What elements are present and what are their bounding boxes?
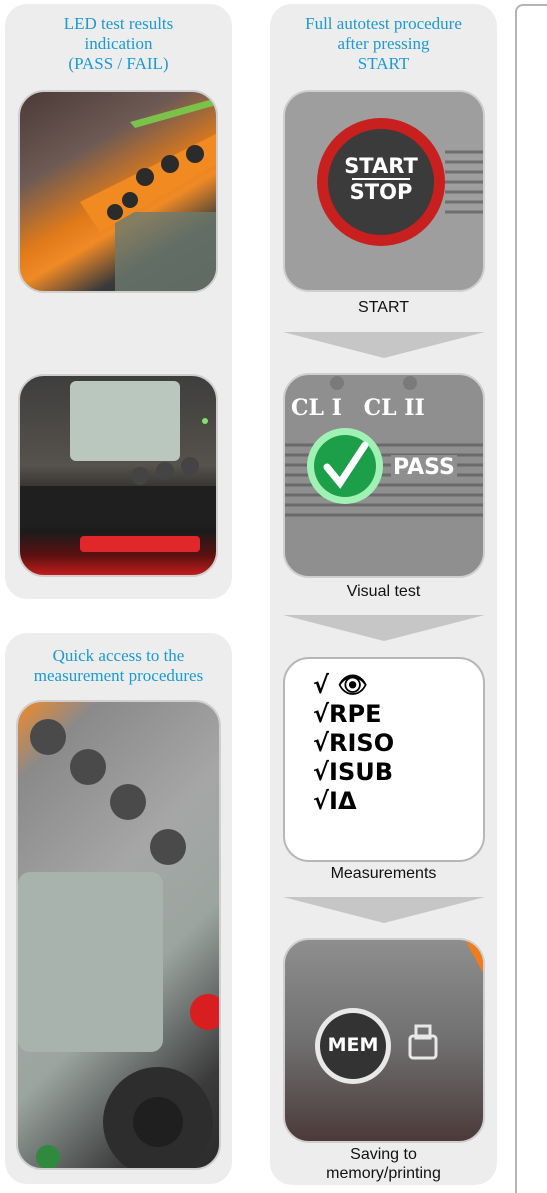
autotest-heading: Full autotest procedure after pressing S… — [270, 14, 497, 74]
idelta-check: √IΔ — [313, 787, 357, 815]
quick-access-heading: Quick access to the measurement procedur… — [5, 646, 232, 686]
riso-label: RISO — [329, 729, 395, 757]
pass-label: PASS — [391, 455, 457, 480]
riso-check: √RISO — [313, 729, 395, 757]
idelta-label: IΔ — [329, 787, 357, 815]
start-photo: START STOP — [283, 90, 485, 292]
led-indication-heading: LED test results indication (PASS / FAIL… — [5, 14, 232, 74]
down-arrow — [283, 615, 485, 641]
heading-line: LED test results — [63, 14, 174, 33]
caption-line: memory/printing — [326, 1165, 441, 1182]
heading-line: measurement procedures — [33, 666, 204, 685]
quick-access-panel: Quick access to the measurement procedur… — [5, 633, 232, 1184]
class-labels: CL I CL II — [291, 395, 483, 421]
down-arrow — [283, 332, 485, 358]
caption-line: Saving to — [350, 1146, 417, 1163]
meter-buttons-illustration — [18, 719, 219, 1168]
led-photo-2 — [18, 374, 218, 577]
heading-line: START — [357, 54, 410, 73]
start-label: START — [344, 154, 418, 178]
step-caption-visual-test: Visual test — [346, 583, 421, 600]
meter-corner-illustration — [80, 98, 216, 291]
led-photo-1 — [18, 90, 218, 293]
quick-access-photo — [16, 700, 221, 1170]
saving-photo: MEM — [283, 938, 485, 1143]
meter-display-illustration — [20, 381, 216, 552]
step-caption-saving: Saving to memory/printing — [270, 1145, 497, 1183]
heading-line: indication — [84, 34, 153, 53]
heading-line: Full autotest procedure — [305, 14, 462, 33]
heading-line: Quick access to the — [52, 646, 185, 665]
rpe-check: √RPE — [313, 700, 382, 728]
led-indication-panel: LED test results indication (PASS / FAIL… — [5, 4, 232, 599]
visual-check: √ 👁 — [313, 671, 368, 699]
adjacent-frame-edge — [515, 4, 547, 1193]
step-caption-measurements: Measurements — [330, 865, 437, 882]
down-arrow — [283, 897, 485, 923]
start-stop-button: START STOP — [330, 154, 432, 204]
visual-test-photo: CL I CL II PASS — [283, 373, 485, 578]
heading-line: after pressing — [337, 34, 430, 53]
measurements-photo: √ 👁 √RPE √RISO √ISUB √IΔ — [283, 657, 485, 862]
isub-check: √ISUB — [313, 758, 394, 786]
mem-button-label: MEM — [327, 1034, 379, 1056]
cl-i-label: CL I — [291, 395, 342, 421]
rpe-label: RPE — [329, 700, 382, 728]
autotest-panel: Full autotest procedure after pressing S… — [270, 4, 497, 1185]
measurement-checklist: √ 👁 √RPE √RISO √ISUB √IΔ — [313, 671, 394, 816]
cl-ii-label: CL II — [363, 395, 425, 421]
step-caption-start: START — [358, 299, 409, 316]
stop-label: STOP — [349, 180, 413, 204]
eye-icon: 👁 — [337, 671, 368, 699]
isub-label: ISUB — [329, 758, 394, 786]
heading-line: (PASS / FAIL) — [68, 54, 169, 73]
